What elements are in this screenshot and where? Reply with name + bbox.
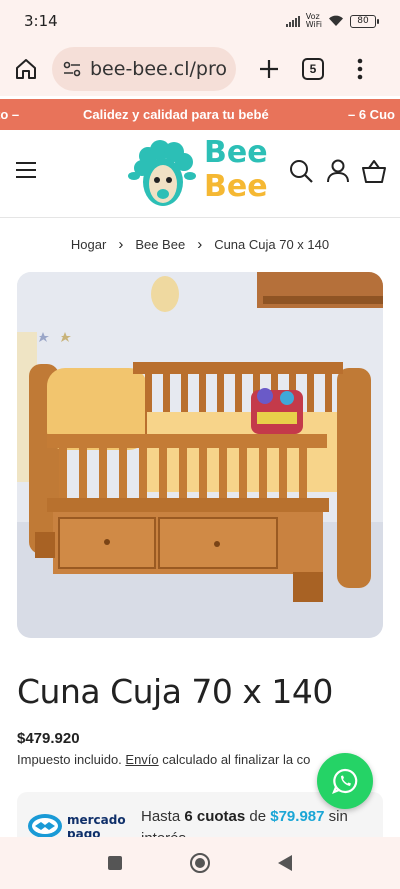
recents-button[interactable] (108, 856, 122, 870)
status-time: 3:14 (24, 12, 58, 30)
announcement-fragment-right: – 6 Cuo (348, 107, 395, 122)
breadcrumb-home[interactable]: Hogar (71, 237, 106, 252)
site-settings-icon[interactable] (62, 59, 82, 79)
browser-menu-button[interactable] (350, 54, 370, 84)
search-icon[interactable] (288, 158, 314, 184)
tab-switcher-button[interactable]: 5 (298, 54, 328, 84)
url-field[interactable]: bee-bee.cl/produ (52, 47, 236, 91)
site-logo[interactable]: Bee Bee (128, 136, 276, 210)
breadcrumb-current: Cuna Cuja 70 x 140 (214, 237, 330, 252)
status-bar: 3:14 Voz WiFi 80 (0, 0, 400, 42)
product-title: Cuna Cuja 70 x 140 (17, 672, 333, 711)
announcement-fragment-left: to – (0, 107, 20, 122)
back-button[interactable] (278, 855, 292, 871)
cart-icon[interactable] (361, 158, 387, 184)
breadcrumb-collection[interactable]: Bee Bee (135, 237, 185, 252)
status-icons: Voz WiFi 80 (285, 12, 379, 29)
announcement-text: Calidez y calidad para tu bebé (83, 107, 269, 122)
home-icon (16, 59, 36, 79)
home-nav-button[interactable] (190, 853, 210, 873)
chevron-right-icon: › (197, 236, 203, 253)
site-header: Bee Bee (0, 130, 400, 218)
wifi-icon (329, 15, 343, 26)
crib-photo (17, 272, 383, 638)
account-icon[interactable] (325, 158, 351, 184)
vowifi-label: Voz WiFi (305, 12, 322, 29)
signal-icon (285, 15, 300, 27)
menu-icon[interactable] (16, 162, 36, 178)
shipping-link[interactable]: Envío (125, 752, 158, 767)
announcement-bar: to – Calidez y calidad para tu bebé – 6 … (0, 99, 400, 130)
breadcrumb: Hogar › Bee Bee › Cuna Cuja 70 x 140 (0, 236, 400, 253)
browser-toolbar: bee-bee.cl/produ 5 (0, 42, 400, 96)
more-vert-icon (357, 58, 363, 80)
sheep-logo-icon (128, 140, 196, 206)
whatsapp-button[interactable] (317, 753, 373, 809)
system-nav-bar (0, 837, 400, 889)
url-text: bee-bee.cl/produ (90, 58, 228, 80)
tab-count: 5 (302, 58, 324, 80)
svg-text:mercado: mercado (67, 813, 126, 827)
battery-icon: 80 (350, 14, 379, 28)
new-tab-button[interactable] (254, 54, 284, 84)
mercado-pago-logo: mercado pago (28, 813, 126, 840)
chevron-right-icon: › (118, 236, 124, 253)
logo-word-1: Bee (204, 135, 268, 170)
product-price: $479.920 (17, 730, 80, 747)
whatsapp-icon (332, 768, 358, 794)
home-button[interactable] (10, 53, 42, 85)
product-image[interactable] (17, 272, 383, 638)
logo-word-2: Bee (204, 169, 268, 204)
plus-icon (260, 60, 278, 78)
